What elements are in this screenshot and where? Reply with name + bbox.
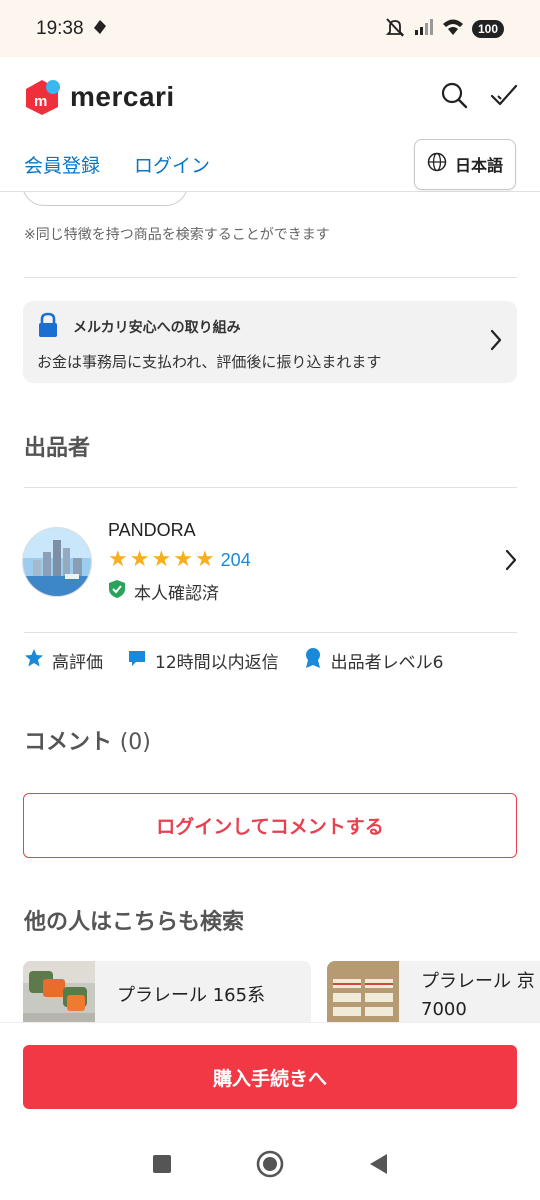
rating-count: 204 — [220, 549, 251, 570]
chat-bubble-icon — [127, 648, 147, 673]
badge-high-rating: 高評価 — [24, 648, 103, 673]
svg-text:m: m — [34, 93, 47, 110]
verified-label: 本人確認済 — [134, 584, 219, 604]
star-icon: ★ — [129, 547, 150, 572]
status-time: 19:38 — [36, 17, 84, 39]
star-icon: ★ — [151, 547, 172, 572]
mercari-logo-icon: m — [26, 80, 60, 115]
purchase-button[interactable]: 購入手続きへ — [23, 1045, 517, 1109]
badge-label: 12時間以内返信 — [155, 653, 279, 673]
divider — [24, 487, 517, 488]
star-icon — [24, 648, 44, 673]
badge-label: 高評価 — [52, 653, 103, 673]
related-search-label: プラレール 165系 — [117, 985, 266, 1006]
comment-section-title: コメント (0) — [24, 724, 151, 756]
star-icon: ★ — [194, 547, 215, 572]
seller-row[interactable]: PANDORA ★ ★ ★ ★ ★ 204 本人確認済 — [22, 507, 518, 617]
shield-check-icon — [108, 579, 126, 604]
mercari-logo[interactable]: m mercari — [22, 77, 175, 117]
safety-description: お金は事務局に支払われ、評価後に振り込まれます — [37, 353, 382, 371]
notification-icon — [92, 19, 108, 39]
system-nav-bar — [0, 1132, 540, 1200]
back-icon[interactable] — [367, 1152, 389, 1180]
seller-name: PANDORA — [108, 520, 196, 540]
main-content[interactable]: ※同じ特徴を持つ商品を検索することができます メルカリ安心への取り組み お金は事… — [0, 192, 540, 1022]
home-icon[interactable] — [255, 1149, 285, 1183]
app-screen: 19:38 100 m mercari 会員登録 ログイン 日本語 ※同じ特徴を… — [0, 0, 540, 1200]
seller-section-title: 出品者 — [24, 436, 91, 461]
auth-bar: 会員登録 ログイン 日本語 — [0, 137, 540, 192]
app-header: m mercari — [0, 57, 540, 137]
star-icon: ★ — [108, 547, 128, 572]
related-search-label: プラレール 京 7000 — [421, 971, 535, 1020]
item-thumbnail — [23, 961, 95, 1022]
badge-level: 出品者レベル6 — [303, 647, 444, 674]
divider — [24, 277, 517, 278]
signal-icon — [414, 18, 434, 40]
badge-reply: 12時間以内返信 — [127, 648, 279, 673]
language-label: 日本語 — [454, 156, 503, 175]
related-search-item[interactable]: プラレール 165系 — [23, 961, 311, 1022]
seller-rating: ★ ★ ★ ★ ★ 204 — [108, 549, 504, 571]
badge-label: 出品者レベル6 — [330, 653, 444, 673]
wifi-icon — [442, 18, 464, 40]
login-to-comment-button[interactable]: ログインしてコメントする — [23, 793, 517, 858]
related-search-title: 他の人はこちらも検索 — [24, 910, 245, 935]
status-bar: 19:38 100 — [0, 0, 540, 57]
check-icon[interactable] — [490, 83, 518, 111]
similar-search-note: ※同じ特徴を持つ商品を検索することができます — [24, 227, 330, 243]
login-link[interactable]: ログイン — [134, 151, 210, 178]
medal-icon — [303, 647, 323, 674]
verified-status: 本人確認済 — [108, 579, 504, 604]
related-search-list: プラレール 165系 プラレール 京 7000 — [23, 961, 540, 1022]
globe-icon — [427, 152, 447, 176]
safety-card[interactable]: メルカリ安心への取り組み お金は事務局に支払われ、評価後に振り込まれます — [23, 301, 517, 383]
search-icon[interactable] — [440, 81, 468, 113]
battery-indicator: 100 — [471, 19, 504, 38]
avatar — [22, 527, 92, 597]
language-button[interactable]: 日本語 — [413, 138, 516, 190]
safety-title: メルカリ安心への取り組み — [73, 320, 241, 336]
seller-badges: 高評価 12時間以内返信 出品者レベル6 — [24, 647, 443, 674]
divider — [24, 632, 517, 633]
mute-icon — [384, 17, 406, 41]
recents-icon[interactable] — [151, 1153, 173, 1179]
lock-icon — [37, 312, 59, 342]
bottom-panel: 購入手続きへ — [0, 1022, 540, 1132]
comment-count: (0) — [119, 730, 151, 755]
chevron-right-icon — [489, 329, 503, 355]
logo-text: mercari — [70, 81, 175, 112]
similar-search-button[interactable] — [22, 192, 188, 206]
chevron-right-icon — [504, 549, 518, 575]
register-link[interactable]: 会員登録 — [24, 151, 100, 178]
item-thumbnail — [327, 961, 399, 1022]
comment-title: コメント — [24, 730, 113, 755]
star-icon: ★ — [173, 547, 193, 572]
related-search-item[interactable]: プラレール 京 7000 — [327, 961, 540, 1022]
